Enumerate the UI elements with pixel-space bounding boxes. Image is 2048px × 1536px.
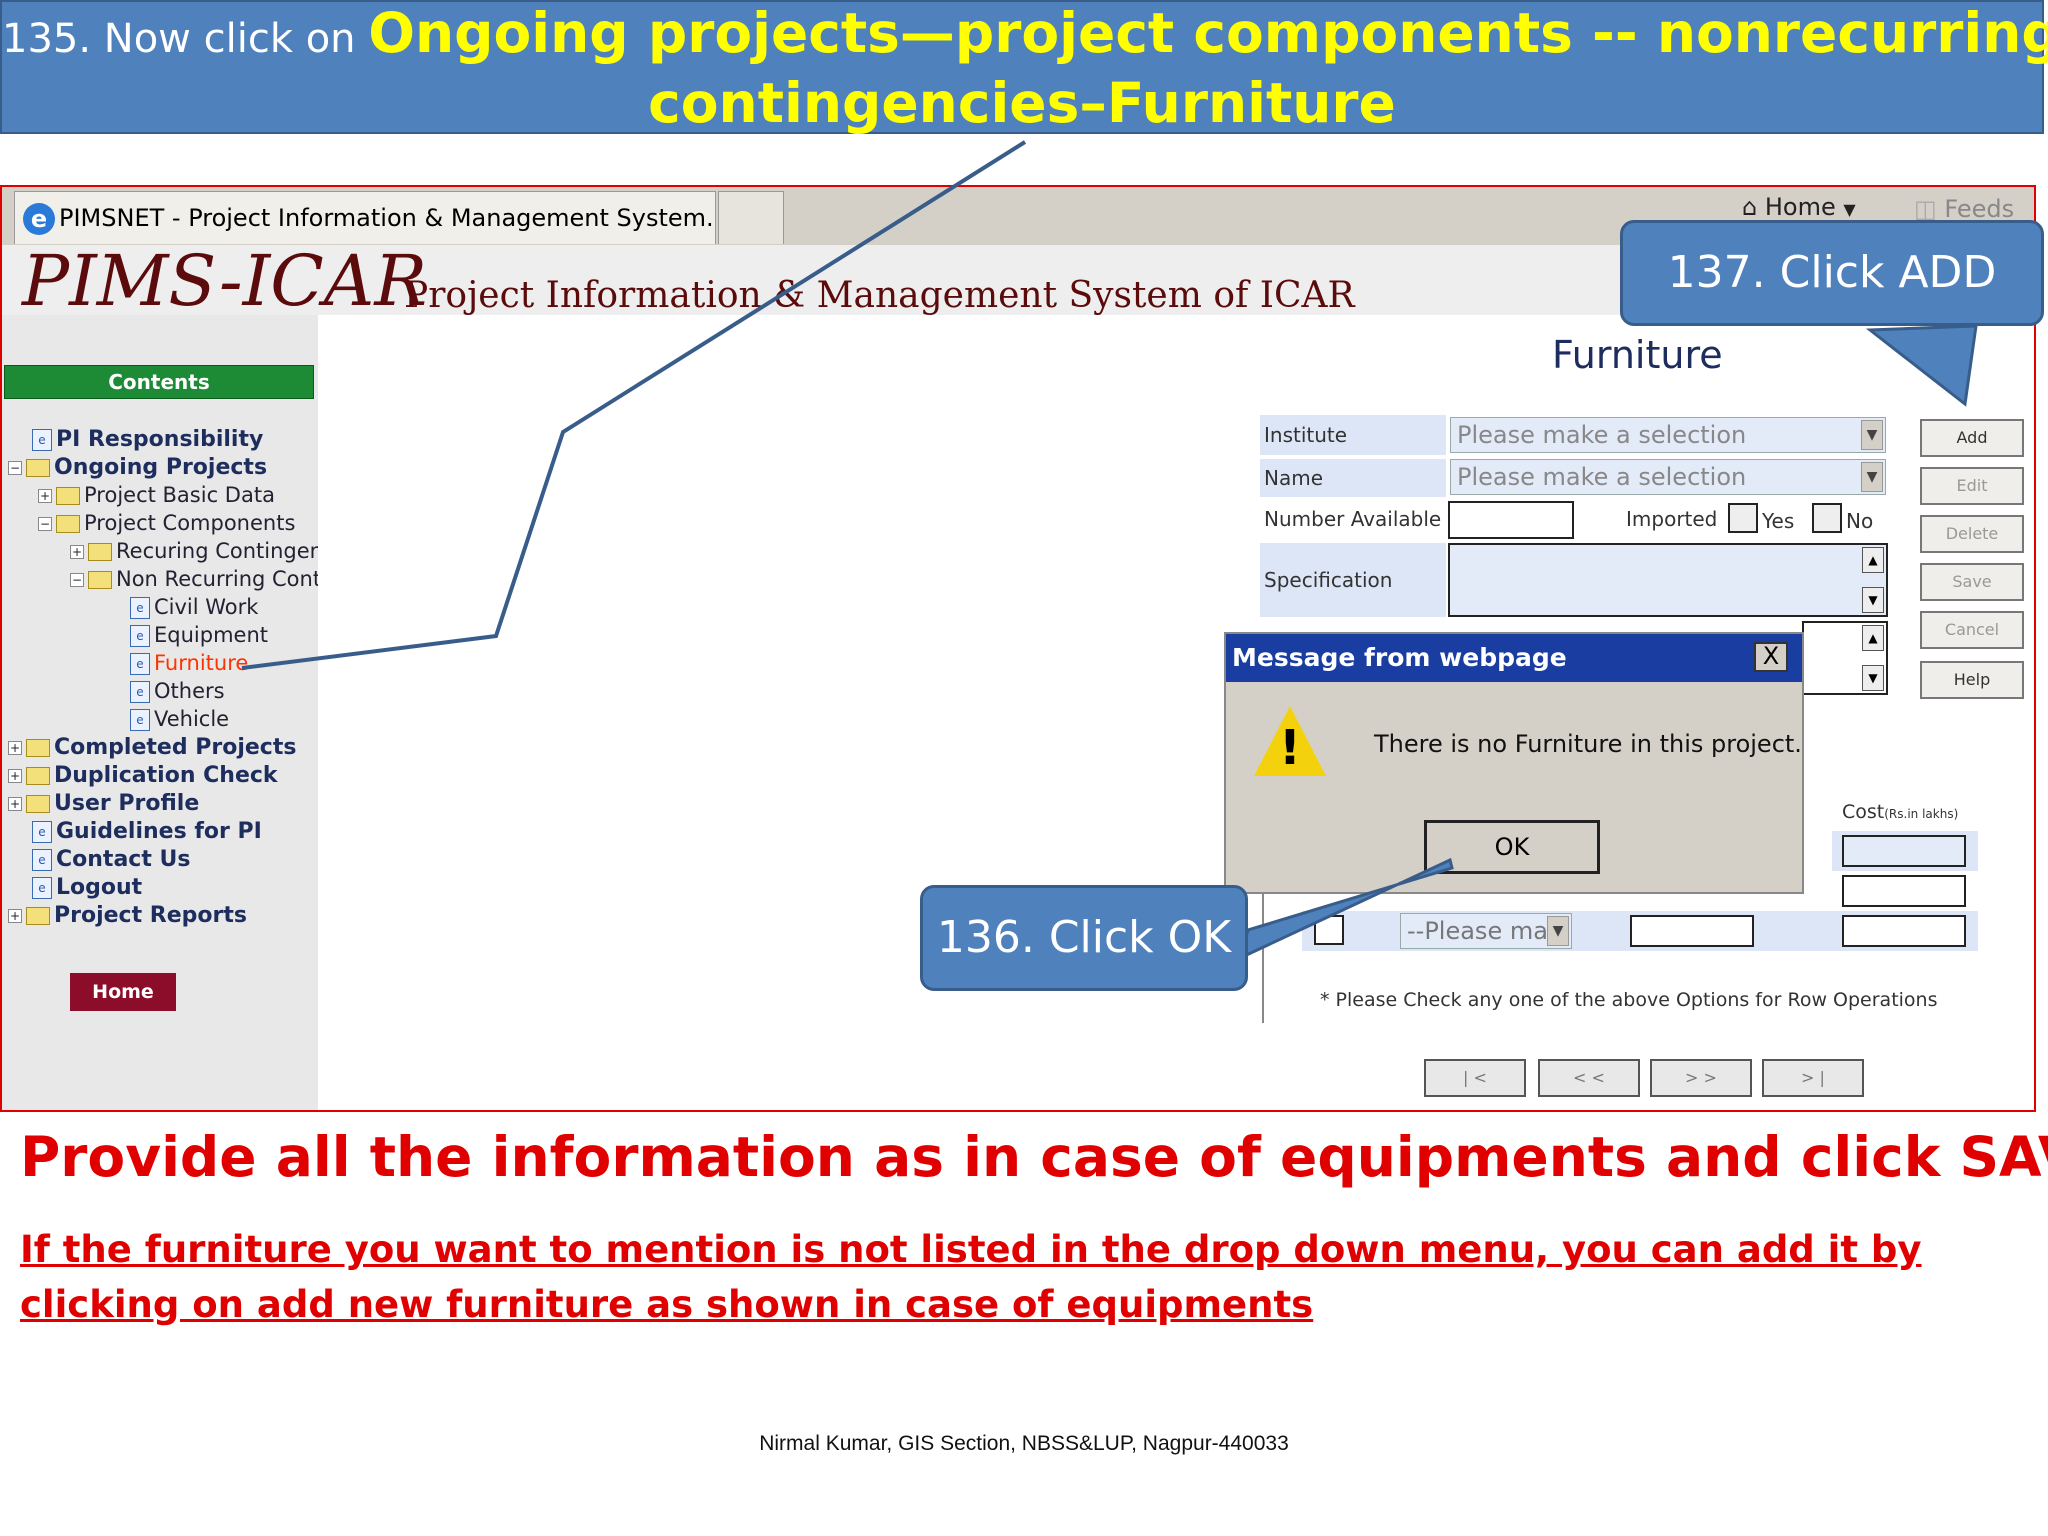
callout-click-ok: 136. Click OK [920, 885, 1248, 991]
add-callout-tail [1865, 324, 1978, 407]
ok-callout-tail [1237, 857, 1454, 961]
banner-pointer-line [241, 140, 1027, 670]
main-instruction: Provide all the information as in case o… [20, 1125, 2048, 1189]
note-instruction: If the furniture you want to mention is … [20, 1228, 1922, 1326]
footer-credit: Nirmal Kumar, GIS Section, NBSS&LUP, Nag… [759, 1432, 1289, 1455]
callout-click-add: 137. Click ADD [1620, 220, 2044, 326]
